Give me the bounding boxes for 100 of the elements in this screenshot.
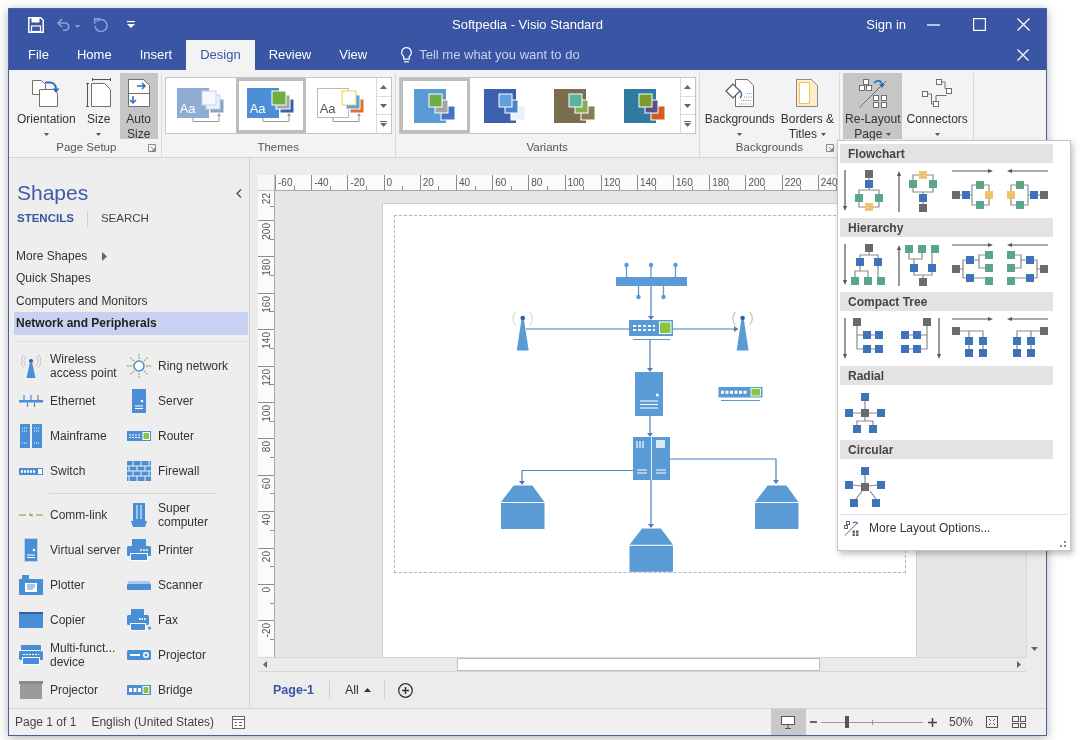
hierarchy-layout-icon[interactable]: [843, 242, 887, 287]
scroll-down-icon[interactable]: [380, 103, 388, 108]
connectors-button[interactable]: Connectors: [904, 73, 970, 139]
minimize-icon[interactable]: [927, 23, 940, 26]
scroll-right-icon[interactable]: [1017, 661, 1021, 668]
tell-me-field[interactable]: Tell me what you want to do: [419, 45, 600, 65]
caret-icon[interactable]: [75, 25, 80, 28]
stencil-shape[interactable]: Router: [124, 418, 248, 454]
scroll-up-icon[interactable]: [684, 84, 692, 89]
theme-preview-icon: [316, 88, 365, 123]
backgrounds-button[interactable]: Backgrounds: [702, 73, 777, 139]
stencil-shape[interactable]: Virtual server: [16, 532, 124, 568]
stencil-shape[interactable]: Comm-link: [16, 497, 124, 533]
stencil-shape[interactable]: Printer: [124, 532, 248, 568]
presentation-mode-button[interactable]: [770, 709, 806, 735]
ruler-number: 180: [712, 177, 729, 188]
add-page-icon[interactable]: [397, 682, 413, 698]
hierarchy-layout-icon[interactable]: [951, 242, 995, 287]
ribbon-tab[interactable]: Home: [62, 40, 126, 70]
collapse-icon[interactable]: [236, 188, 242, 198]
close-icon[interactable]: [1017, 49, 1029, 61]
sign-in-link[interactable]: Sign in: [866, 14, 906, 35]
redo-icon[interactable]: [94, 17, 108, 32]
scrollbar-thumb[interactable]: [457, 658, 820, 671]
macro-icon[interactable]: [232, 715, 246, 729]
stencil-shape[interactable]: Firewall: [124, 453, 248, 489]
variant-preview-icon: [413, 88, 456, 123]
stencil-shape[interactable]: Super computer: [124, 497, 248, 533]
hierarchy-layout-icon[interactable]: [1005, 242, 1049, 287]
zoom-slider[interactable]: [820, 716, 923, 728]
stencil-shape[interactable]: Copier: [16, 602, 124, 638]
language-indicator[interactable]: English (United States): [91, 713, 215, 731]
stencil-shape[interactable]: Mainframe: [16, 418, 124, 454]
trapezoid-box-shape: [629, 528, 673, 572]
stencil-shape[interactable]: Projector: [124, 637, 248, 673]
re-layout-page-button[interactable]: Re-Layout Page: [843, 73, 903, 139]
all-pages-button[interactable]: All: [345, 680, 371, 700]
circular-layout-icon[interactable]: [845, 466, 885, 507]
stencil-shape[interactable]: Multi-funct... device: [16, 637, 124, 673]
zoom-level[interactable]: 50%: [948, 713, 973, 731]
page-tab[interactable]: Page-1: [273, 680, 314, 700]
switch-windows-icon[interactable]: [1012, 716, 1026, 728]
ribbon-tab[interactable]: File: [14, 40, 63, 70]
stencil-shape[interactable]: Plotter: [16, 567, 124, 603]
stencil-shape[interactable]: Server: [124, 383, 248, 419]
stencil-shape[interactable]: Ethernet: [16, 383, 124, 419]
scroll-left-icon[interactable]: [263, 661, 267, 668]
save-icon[interactable]: [28, 16, 44, 33]
maximize-icon[interactable]: [973, 18, 986, 31]
dialog-launcher-icon[interactable]: [826, 143, 835, 152]
ribbon-tab[interactable]: Review: [254, 40, 326, 70]
stencil-shape[interactable]: Scanner: [124, 567, 248, 603]
stencil-shape[interactable]: Switch: [16, 453, 124, 489]
pane-title: Shapes: [17, 180, 89, 206]
stencil-item[interactable]: Computers and Monitors: [14, 289, 248, 312]
theme-thumbnail[interactable]: Aa: [305, 78, 376, 133]
page-count: Page 1 of 1: [15, 714, 77, 731]
resize-grip-icon[interactable]: [1060, 541, 1066, 547]
hierarchy-layout-icon[interactable]: [897, 242, 941, 287]
ruler-number: -20: [260, 623, 272, 638]
pane-tab[interactable]: STENCILS: [17, 210, 74, 228]
connector-arrow: [647, 339, 653, 372]
stencil-shape[interactable]: Ring network: [124, 348, 248, 384]
scroll-down-icon[interactable]: [684, 103, 692, 108]
dialog-launcher-icon[interactable]: [147, 143, 156, 152]
ribbon-tab[interactable]: Insert: [125, 40, 187, 70]
switch-icon: [19, 467, 43, 475]
close-icon[interactable]: [1017, 18, 1030, 31]
more-layout-options[interactable]: More Layout Options...: [838, 515, 991, 541]
ruler-number: 140: [639, 177, 657, 188]
ruler-number: 120: [260, 368, 272, 386]
fit-page-icon[interactable]: [986, 716, 998, 728]
zoom-slider-thumb[interactable]: [845, 716, 850, 728]
stencil-item[interactable]: Quick Shapes: [14, 267, 248, 290]
stencil-item[interactable]: Network and Peripherals: [14, 312, 248, 335]
undo-icon[interactable]: [57, 18, 72, 31]
customize-icon[interactable]: [127, 21, 135, 28]
variant-thumbnail[interactable]: [399, 78, 470, 133]
gallery-more-icon[interactable]: [684, 121, 692, 128]
section-header: Circular: [840, 440, 1053, 459]
scroll-down-icon[interactable]: [1031, 647, 1038, 651]
orientation-button[interactable]: Orientation: [15, 73, 78, 139]
gallery-more-icon[interactable]: [380, 121, 388, 128]
stencil-shape[interactable]: Projector: [16, 672, 124, 708]
ruler-number: 80: [260, 441, 272, 453]
more-shapes-button[interactable]: More Shapes: [14, 245, 108, 267]
zoom-in-icon[interactable]: [927, 717, 937, 727]
stencil-shape[interactable]: Fax: [124, 602, 248, 638]
pane-tab[interactable]: SEARCH: [100, 210, 149, 228]
scroll-up-icon[interactable]: [380, 84, 388, 89]
size-button[interactable]: Size: [79, 73, 118, 139]
radial-layout-icon[interactable]: [845, 392, 885, 433]
ribbon-tab[interactable]: View: [325, 40, 382, 70]
stencil-shape[interactable]: Wireless access point: [16, 348, 124, 384]
variant-preview-icon: [623, 88, 666, 123]
ribbon-tab[interactable]: Design: [186, 40, 255, 70]
borders-titles-button[interactable]: Borders & Titles: [778, 73, 837, 139]
stencil-shape[interactable]: Bridge: [124, 672, 248, 708]
auto-size-button[interactable]: Auto Size: [119, 73, 158, 139]
ruler-number: 240: [820, 177, 838, 188]
